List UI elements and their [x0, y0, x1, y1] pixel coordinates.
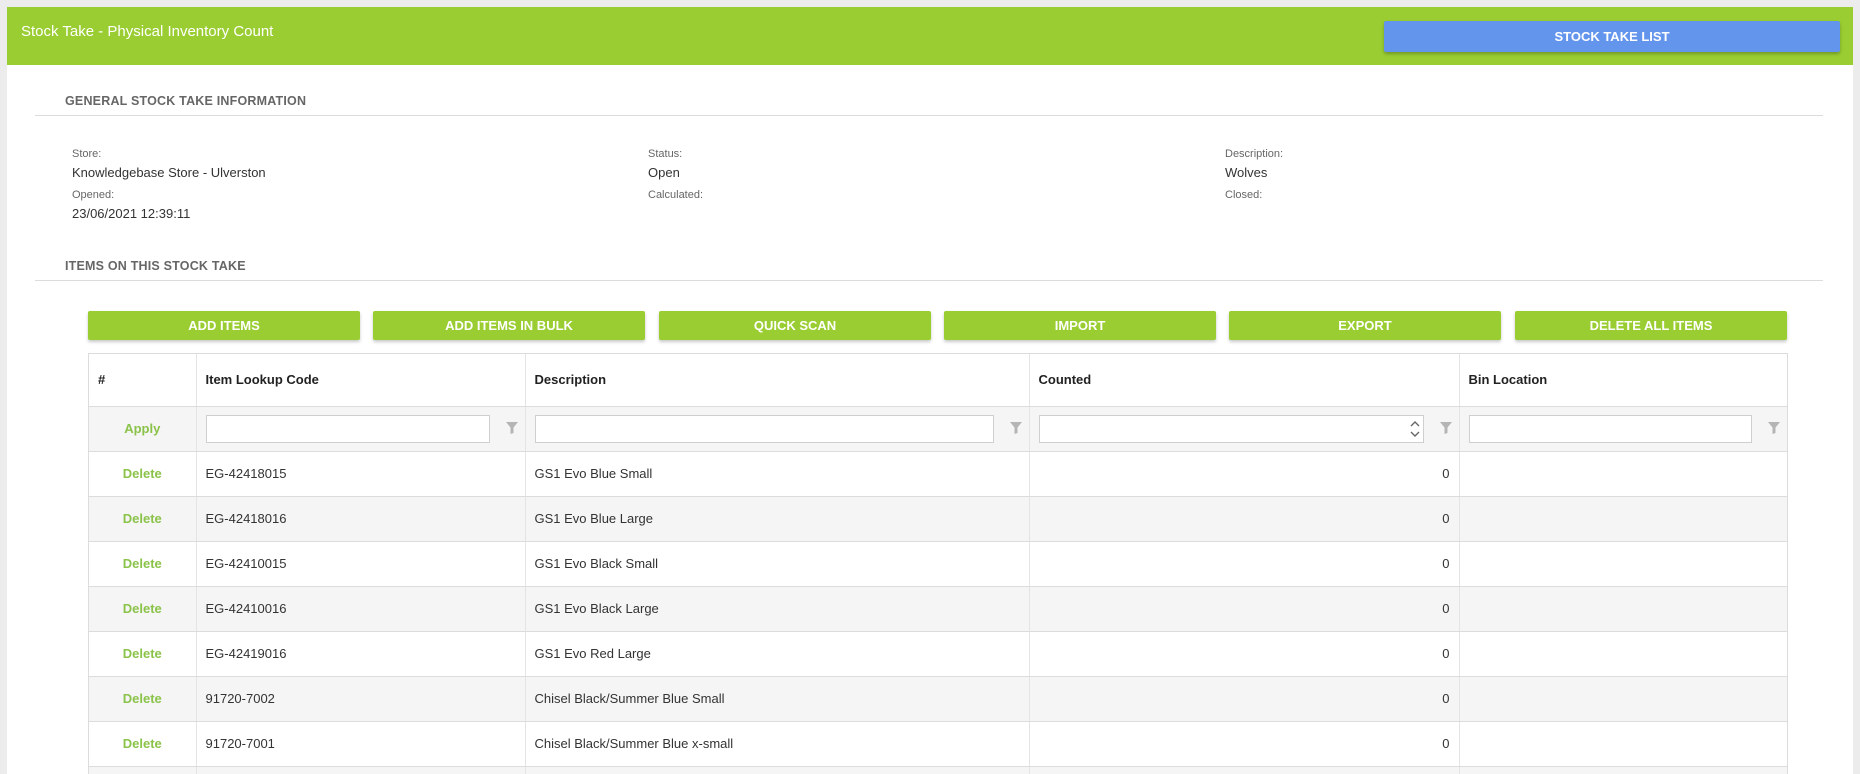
page-header: Stock Take - Physical Inventory Count ST…: [7, 7, 1853, 65]
import-button[interactable]: IMPORT: [944, 311, 1216, 340]
column-header-number[interactable]: #: [89, 354, 197, 407]
row-action-cell: Delete: [89, 541, 197, 587]
row-action-cell: [89, 766, 197, 774]
description-cell: Chisel Black/Summer Blue x-small: [525, 721, 1030, 767]
items-section-title: ITEMS ON THIS STOCK TAKE: [65, 259, 246, 273]
description-cell: GS1 Evo Black Large: [525, 586, 1030, 632]
section-divider: [35, 115, 1823, 116]
counted-cell[interactable]: 0: [1029, 631, 1460, 677]
add-items-in-bulk-button[interactable]: ADD ITEMS IN BULK: [373, 311, 645, 340]
delete-row-link[interactable]: Delete: [98, 691, 187, 706]
item-lookup-code-cell: EG-42418016: [196, 496, 526, 542]
bin-location-cell[interactable]: [1459, 451, 1787, 497]
store-value: Knowledgebase Store - Ulverston: [72, 165, 266, 180]
filter-icon[interactable]: [1009, 421, 1022, 435]
column-header-counted[interactable]: Counted: [1029, 354, 1460, 407]
row-action-cell: Delete: [89, 631, 197, 677]
counted-cell[interactable]: 0: [1029, 541, 1460, 587]
table-row: [89, 766, 1787, 774]
bin-location-cell[interactable]: [1459, 631, 1787, 677]
bin-location-cell[interactable]: [1459, 766, 1787, 774]
calculated-label: Calculated:: [648, 189, 704, 201]
store-label: Store:: [72, 148, 102, 160]
description-label: Description:: [1225, 148, 1284, 160]
item-lookup-code-cell: EG-42419016: [196, 631, 526, 677]
status-value: Open: [648, 165, 680, 180]
delete-row-link[interactable]: Delete: [98, 511, 187, 526]
column-header-description[interactable]: Description: [525, 354, 1030, 407]
delete-row-link[interactable]: Delete: [98, 556, 187, 571]
apply-filter-link[interactable]: Apply: [98, 421, 187, 436]
spinner-arrows-icon[interactable]: [1409, 417, 1421, 441]
counted-filter-input[interactable]: [1038, 414, 1424, 443]
items-grid: # Item Lookup Code Description Counted B…: [88, 353, 1788, 774]
row-action-cell: Delete: [89, 496, 197, 542]
delete-all-items-button[interactable]: DELETE ALL ITEMS: [1515, 311, 1787, 340]
item-lookup-code-cell: EG-42418015: [196, 451, 526, 497]
bin-location-cell[interactable]: [1459, 496, 1787, 542]
export-button[interactable]: EXPORT: [1229, 311, 1501, 340]
stock-take-list-button[interactable]: STOCK TAKE LIST: [1384, 21, 1840, 52]
description-cell: GS1 Evo Blue Large: [525, 496, 1030, 542]
description-cell: [525, 766, 1030, 774]
general-info-section-title: GENERAL STOCK TAKE INFORMATION: [65, 94, 307, 108]
item-lookup-code-cell: 91720-7001: [196, 721, 526, 767]
counted-cell[interactable]: 0: [1029, 721, 1460, 767]
table-row: Delete 91720-7002 Chisel Black/Summer Blue…: [89, 676, 1787, 722]
opened-label: Opened:: [72, 189, 115, 201]
closed-label: Closed:: [1225, 189, 1263, 201]
column-header-item-lookup-code[interactable]: Item Lookup Code: [196, 354, 526, 407]
row-action-cell: Delete: [89, 676, 197, 722]
counted-cell[interactable]: 0: [1029, 451, 1460, 497]
counted-cell[interactable]: 0: [1029, 676, 1460, 722]
description-cell: GS1 Evo Red Large: [525, 631, 1030, 677]
bin-location-filter-input[interactable]: [1468, 414, 1752, 443]
description-cell: GS1 Evo Black Small: [525, 541, 1030, 587]
description-filter-input[interactable]: [534, 414, 994, 443]
table-row: Delete EG-42419016 GS1 Evo Red Large 0: [89, 631, 1787, 677]
bin-location-cell[interactable]: [1459, 676, 1787, 722]
row-action-cell: Delete: [89, 586, 197, 632]
section-divider: [35, 280, 1823, 281]
add-items-button[interactable]: ADD ITEMS: [88, 311, 360, 340]
stock-take-page: Stock Take - Physical Inventory Count ST…: [7, 7, 1853, 774]
table-row: Delete 91720-7001 Chisel Black/Summer Blue…: [89, 721, 1787, 767]
bin-location-cell[interactable]: [1459, 586, 1787, 632]
item-lookup-code-cell: 91720-7002: [196, 676, 526, 722]
bin-location-cell[interactable]: [1459, 721, 1787, 767]
filter-icon[interactable]: [1768, 421, 1780, 435]
counted-cell[interactable]: [1029, 766, 1460, 774]
description-value: Wolves: [1225, 165, 1268, 180]
filter-row: Apply: [89, 406, 1787, 452]
row-action-cell: Delete: [89, 451, 197, 497]
filter-icon[interactable]: [1439, 421, 1452, 435]
status-label: Status:: [648, 148, 683, 160]
bin-location-cell[interactable]: [1459, 541, 1787, 587]
table-row: Delete EG-42410016 GS1 Evo Black Large 0: [89, 586, 1787, 632]
counted-cell[interactable]: 0: [1029, 586, 1460, 632]
column-header-bin-location[interactable]: Bin Location: [1459, 354, 1787, 407]
item-rows: Delete EG-42418015 GS1 Evo Blue Small 0 Dele…: [89, 451, 1787, 774]
opened-value: 23/06/2021 12:39:11: [72, 206, 191, 221]
item-lookup-code-filter-input[interactable]: [205, 414, 490, 443]
table-row: Delete EG-42418015 GS1 Evo Blue Small 0: [89, 451, 1787, 497]
page-title: Stock Take - Physical Inventory Count: [21, 23, 274, 40]
item-lookup-code-cell: EG-42410015: [196, 541, 526, 587]
table-row: Delete EG-42410015 GS1 Evo Black Small 0: [89, 541, 1787, 587]
row-action-cell: Delete: [89, 721, 197, 767]
table-row: Delete EG-42418016 GS1 Evo Blue Large 0: [89, 496, 1787, 542]
item-lookup-code-cell: [196, 766, 526, 774]
description-cell: Chisel Black/Summer Blue Small: [525, 676, 1030, 722]
delete-row-link[interactable]: Delete: [98, 466, 187, 481]
delete-row-link[interactable]: Delete: [98, 601, 187, 616]
description-cell: GS1 Evo Blue Small: [525, 451, 1030, 497]
delete-row-link[interactable]: Delete: [98, 736, 187, 751]
filter-icon[interactable]: [505, 421, 518, 435]
item-lookup-code-cell: EG-42410016: [196, 586, 526, 632]
quick-scan-button[interactable]: QUICK SCAN: [659, 311, 931, 340]
delete-row-link[interactable]: Delete: [98, 646, 187, 661]
counted-cell[interactable]: 0: [1029, 496, 1460, 542]
